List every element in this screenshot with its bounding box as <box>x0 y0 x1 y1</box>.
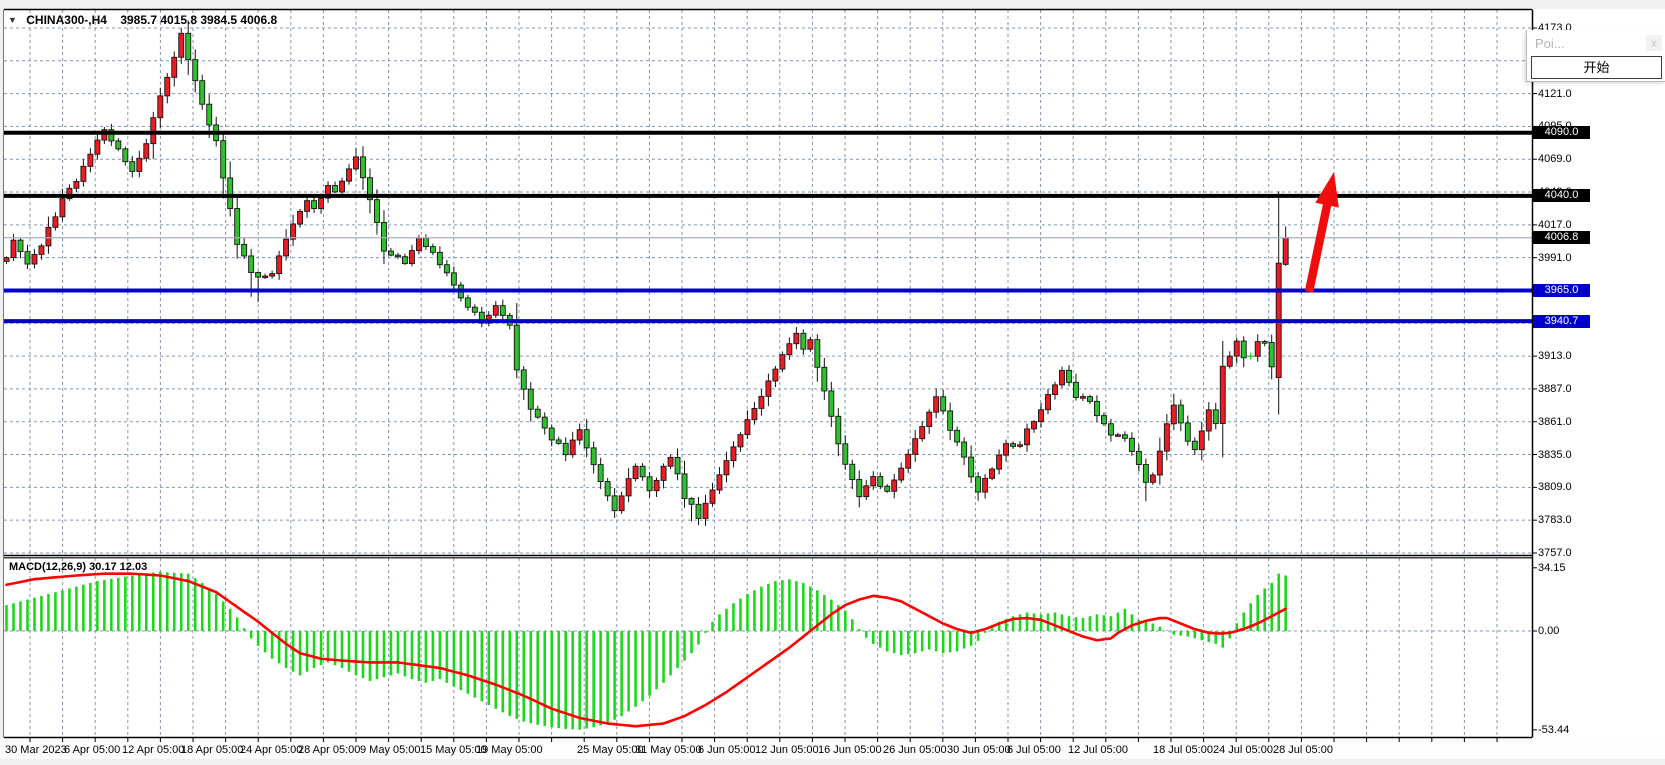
time-tick-label: 6 Jun 05:00 <box>698 744 756 756</box>
time-tick-label: 16 Jun 05:00 <box>818 744 882 756</box>
price-tick-label: 4121.0 <box>1538 88 1572 100</box>
time-tick-label: 6 Apr 05:00 <box>64 744 120 756</box>
price-tick-label: 3835.0 <box>1538 449 1572 461</box>
price-tick-label: 4017.0 <box>1538 219 1572 231</box>
popup-titlebar: Poi... x <box>1527 30 1665 56</box>
time-tick-label: 9 May 05:00 <box>360 744 421 756</box>
price-tick-label: 4069.0 <box>1538 153 1572 165</box>
popup-title: Poi... <box>1535 36 1565 51</box>
close-icon[interactable]: x <box>1646 35 1662 51</box>
trading-app-window: ▼ CHINA300-,H4 3985.7 4015.8 3984.5 4006… <box>0 0 1665 765</box>
chart-canvas[interactable] <box>0 0 1665 765</box>
time-tick-label: 12 Jun 05:00 <box>755 744 819 756</box>
price-level-label: 4090.0 <box>1533 126 1590 139</box>
time-tick-label: 30 Mar 2023 <box>5 744 67 756</box>
time-tick-label: 28 Apr 05:00 <box>298 744 360 756</box>
price-tick-label: 3757.0 <box>1538 547 1572 559</box>
chart-title: ▼ CHINA300-,H4 3985.7 4015.8 3984.5 4006… <box>8 13 277 27</box>
price-level-label: 3965.0 <box>1533 284 1590 297</box>
time-tick-label: 31 May 05:00 <box>635 744 702 756</box>
time-tick-label: 30 Jun 05:00 <box>947 744 1011 756</box>
time-tick-label: 12 Jul 05:00 <box>1068 744 1128 756</box>
time-tick-label: 6 Jul 05:00 <box>1007 744 1061 756</box>
time-tick-label: 19 May 05:00 <box>476 744 543 756</box>
symbol-dropdown-icon[interactable]: ▼ <box>8 15 17 25</box>
price-level-label: 4040.0 <box>1533 189 1590 202</box>
macd-tick-label: 34.15 <box>1538 562 1566 574</box>
start-button[interactable]: 开始 <box>1531 56 1662 79</box>
time-tick-label: 25 May 05:00 <box>577 744 644 756</box>
ohlc-values: 3985.7 4015.8 3984.5 4006.8 <box>120 13 277 27</box>
time-tick-label: 28 Jul 05:00 <box>1273 744 1333 756</box>
time-tick-label: 24 Jul 05:00 <box>1213 744 1273 756</box>
price-level-label: 3940.7 <box>1533 315 1590 328</box>
price-tick-label: 3783.0 <box>1538 514 1572 526</box>
price-tick-label: 3809.0 <box>1538 481 1572 493</box>
price-tick-label: 3861.0 <box>1538 416 1572 428</box>
time-tick-label: 18 Jul 05:00 <box>1153 744 1213 756</box>
price-level-label: 4006.8 <box>1533 231 1590 244</box>
price-tick-label: 3991.0 <box>1538 252 1572 264</box>
time-tick-label: 26 Jun 05:00 <box>883 744 947 756</box>
time-tick-label: 18 Apr 05:00 <box>181 744 243 756</box>
symbol-period-label: CHINA300-,H4 <box>26 13 107 27</box>
popup-window: Poi... x 开始 <box>1526 30 1665 82</box>
macd-tick-label: 0.00 <box>1538 625 1559 637</box>
macd-tick-label: -53.44 <box>1538 724 1569 736</box>
price-tick-label: 3913.0 <box>1538 350 1572 362</box>
time-tick-label: 24 Apr 05:00 <box>240 744 302 756</box>
macd-indicator-label: MACD(12,26,9) 30.17 12.03 <box>9 561 147 573</box>
price-tick-label: 3887.0 <box>1538 383 1572 395</box>
time-tick-label: 12 Apr 05:00 <box>122 744 184 756</box>
